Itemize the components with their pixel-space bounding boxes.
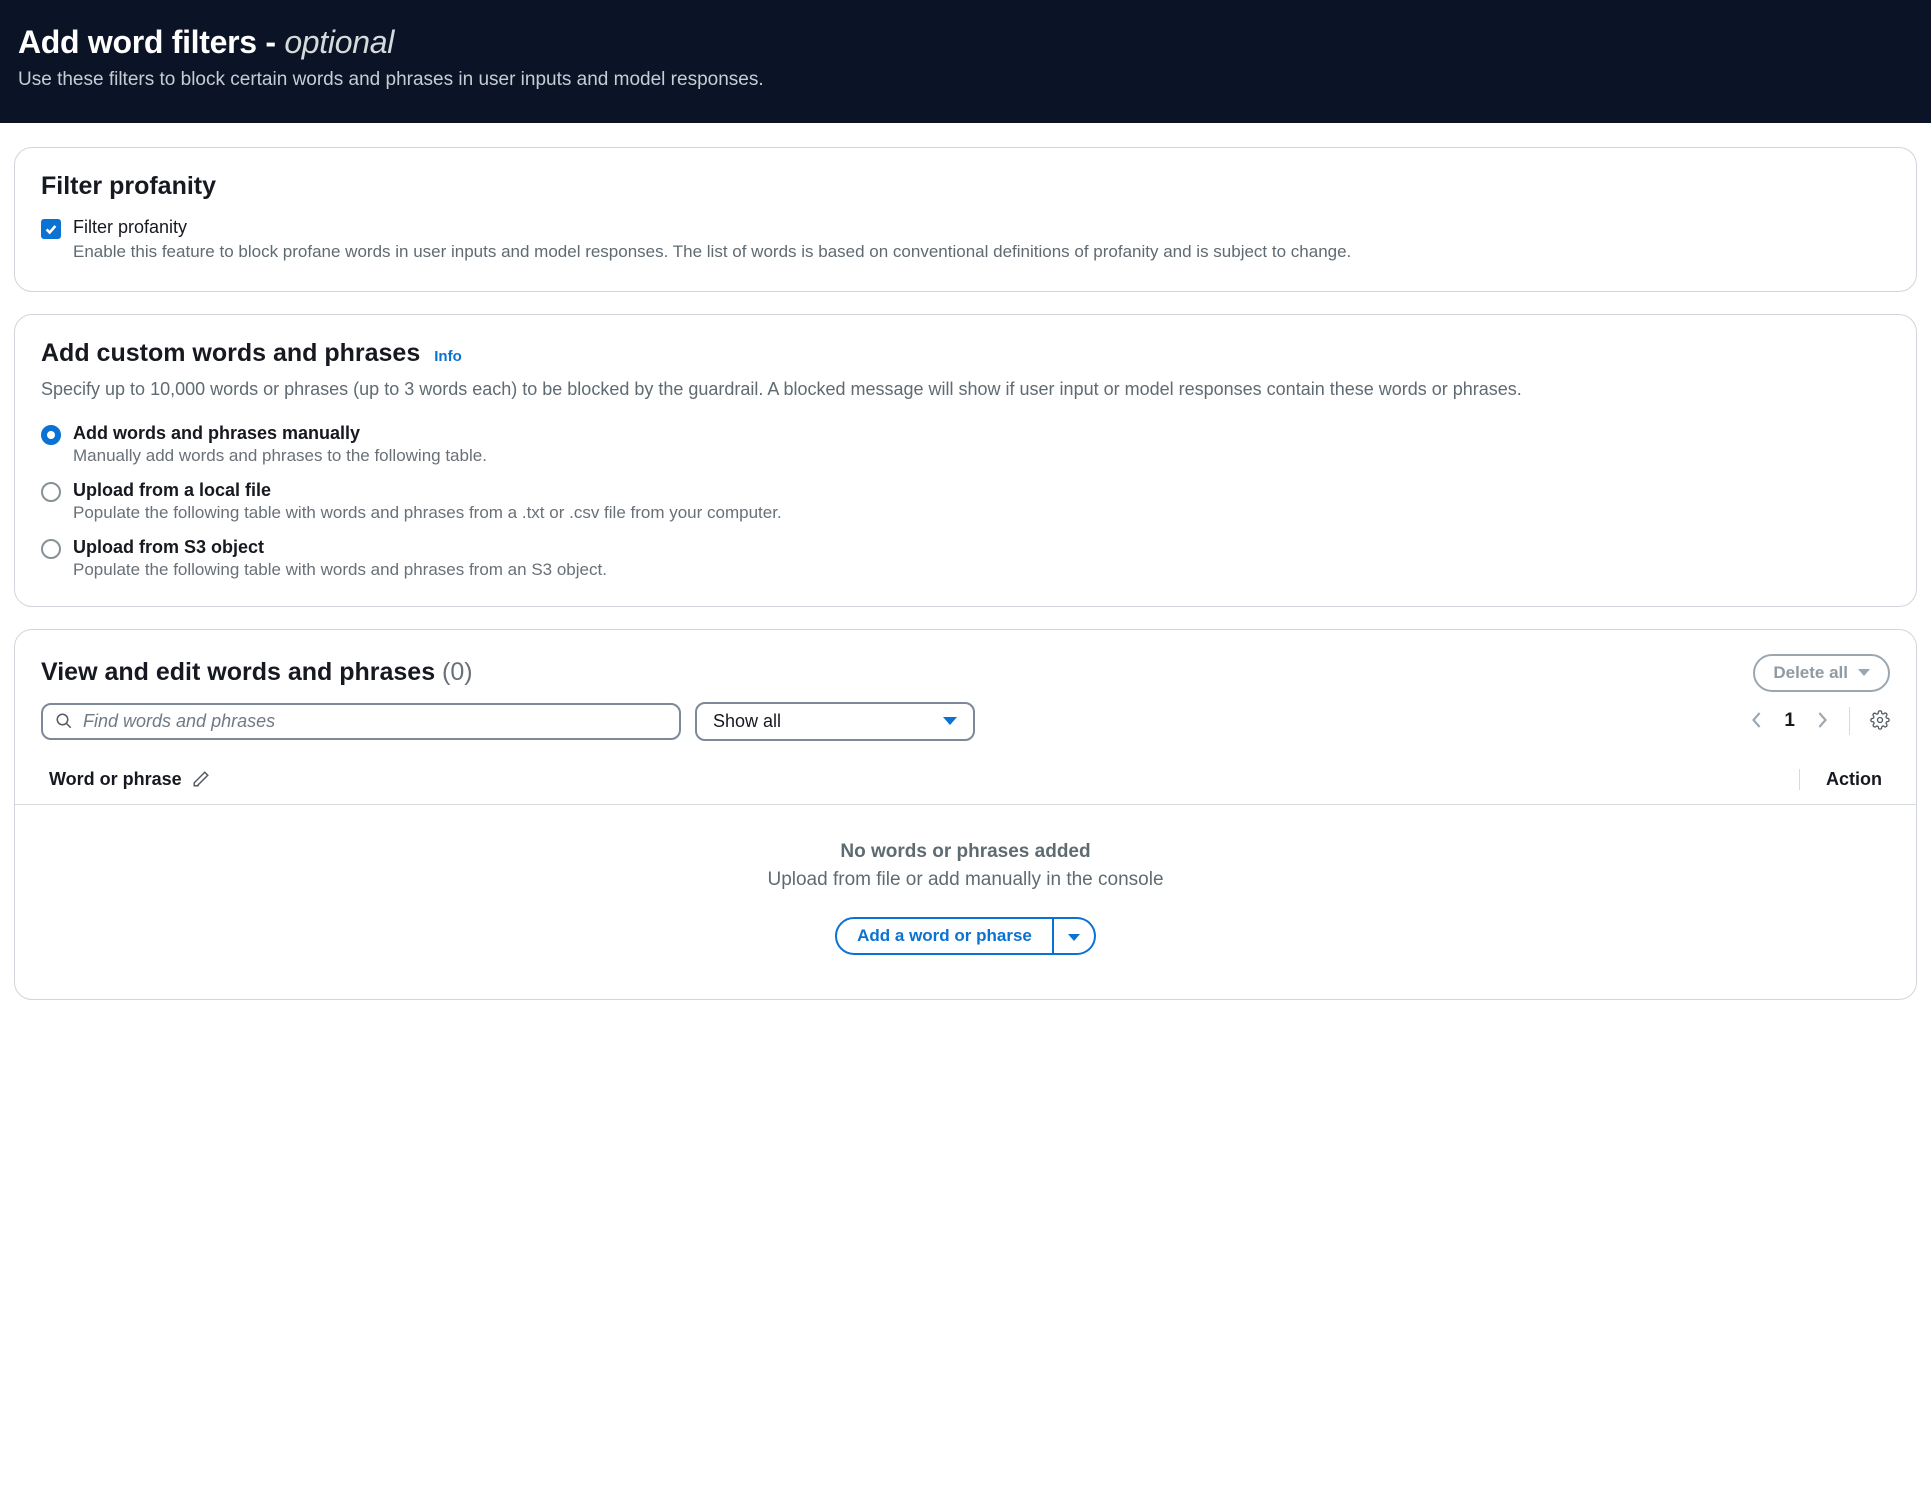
- toolbar: Show all 1: [41, 702, 1890, 741]
- add-word-dropdown-button[interactable]: [1054, 917, 1096, 955]
- content-area: Filter profanity Filter profanity Enable…: [0, 123, 1931, 1046]
- view-header: View and edit words and phrases (0) Dele…: [41, 654, 1890, 692]
- filter-profanity-heading: Filter profanity: [41, 172, 1890, 201]
- empty-state: No words or phrases added Upload from fi…: [41, 805, 1890, 973]
- empty-title: No words or phrases added: [41, 841, 1890, 863]
- delete-all-button[interactable]: Delete all: [1753, 654, 1890, 692]
- col-action: Action: [1799, 769, 1882, 790]
- table-header-row: Word or phrase Action: [15, 759, 1916, 805]
- radio-s3-label: Upload from S3 object: [73, 537, 607, 558]
- radio-option-manual[interactable]: Add words and phrases manually Manually …: [41, 423, 1890, 466]
- pager-next-button[interactable]: [1815, 709, 1829, 734]
- pager-page-number: 1: [1784, 710, 1795, 732]
- radio-option-local-file[interactable]: Upload from a local file Populate the fo…: [41, 480, 1890, 523]
- caret-down-icon: [943, 717, 957, 725]
- custom-words-desc: Specify up to 10,000 words or phrases (u…: [41, 376, 1890, 403]
- add-method-radio-group: Add words and phrases manually Manually …: [41, 423, 1890, 580]
- info-link[interactable]: Info: [434, 348, 462, 365]
- profanity-checkbox[interactable]: [41, 219, 61, 239]
- gear-icon: [1870, 710, 1890, 730]
- edit-icon: [192, 770, 210, 788]
- radio-local-file-label: Upload from a local file: [73, 480, 782, 501]
- pager-prev-button[interactable]: [1750, 709, 1764, 734]
- divider: [1849, 707, 1850, 735]
- delete-all-label: Delete all: [1773, 663, 1848, 683]
- page-subtitle: Use these filters to block certain words…: [18, 69, 1913, 91]
- caret-down-icon: [1858, 669, 1870, 676]
- profanity-checkbox-row: Filter profanity Enable this feature to …: [41, 217, 1890, 265]
- empty-subtitle: Upload from file or add manually in the …: [41, 869, 1890, 891]
- search-box[interactable]: [41, 703, 681, 740]
- add-word-button-group: Add a word or pharse: [835, 917, 1096, 955]
- radio-manual[interactable]: [41, 425, 61, 445]
- col-word-phrase-label: Word or phrase: [49, 769, 182, 790]
- radio-local-file-desc: Populate the following table with words …: [73, 503, 782, 523]
- custom-words-heading-row: Add custom words and phrases Info: [41, 339, 1890, 368]
- profanity-checkbox-label: Filter profanity: [73, 217, 1351, 238]
- radio-s3[interactable]: [41, 539, 61, 559]
- view-count: (0): [442, 658, 473, 686]
- col-word-phrase[interactable]: Word or phrase: [49, 769, 210, 790]
- view-heading-text: View and edit words and phrases: [41, 658, 435, 686]
- pager: 1: [1750, 707, 1890, 735]
- add-word-button-label: Add a word or pharse: [857, 926, 1032, 945]
- check-icon: [44, 222, 58, 236]
- settings-button[interactable]: [1870, 710, 1890, 733]
- search-input[interactable]: [83, 711, 667, 732]
- title-optional: optional: [284, 24, 394, 60]
- profanity-checkbox-desc: Enable this feature to block profane wor…: [73, 240, 1351, 265]
- filter-select[interactable]: Show all: [695, 702, 975, 741]
- caret-down-icon: [1068, 934, 1080, 941]
- filter-select-value: Show all: [713, 711, 781, 732]
- radio-manual-desc: Manually add words and phrases to the fo…: [73, 446, 487, 466]
- view-edit-panel: View and edit words and phrases (0) Dele…: [14, 629, 1917, 1000]
- title-main: Add word filters -: [18, 24, 276, 60]
- view-heading: View and edit words and phrases (0): [41, 658, 473, 687]
- custom-words-heading: Add custom words and phrases: [41, 339, 420, 368]
- radio-s3-desc: Populate the following table with words …: [73, 560, 607, 580]
- page-header: Add word filters - optional Use these fi…: [0, 0, 1931, 123]
- search-icon: [55, 712, 73, 730]
- filter-profanity-panel: Filter profanity Filter profanity Enable…: [14, 147, 1917, 292]
- col-action-label: Action: [1826, 769, 1882, 789]
- chevron-left-icon: [1750, 709, 1764, 731]
- add-word-button[interactable]: Add a word or pharse: [835, 917, 1054, 955]
- radio-local-file[interactable]: [41, 482, 61, 502]
- radio-manual-label: Add words and phrases manually: [73, 423, 487, 444]
- radio-option-s3[interactable]: Upload from S3 object Populate the follo…: [41, 537, 1890, 580]
- page-title: Add word filters - optional: [18, 24, 1913, 61]
- chevron-right-icon: [1815, 709, 1829, 731]
- custom-words-panel: Add custom words and phrases Info Specif…: [14, 314, 1917, 607]
